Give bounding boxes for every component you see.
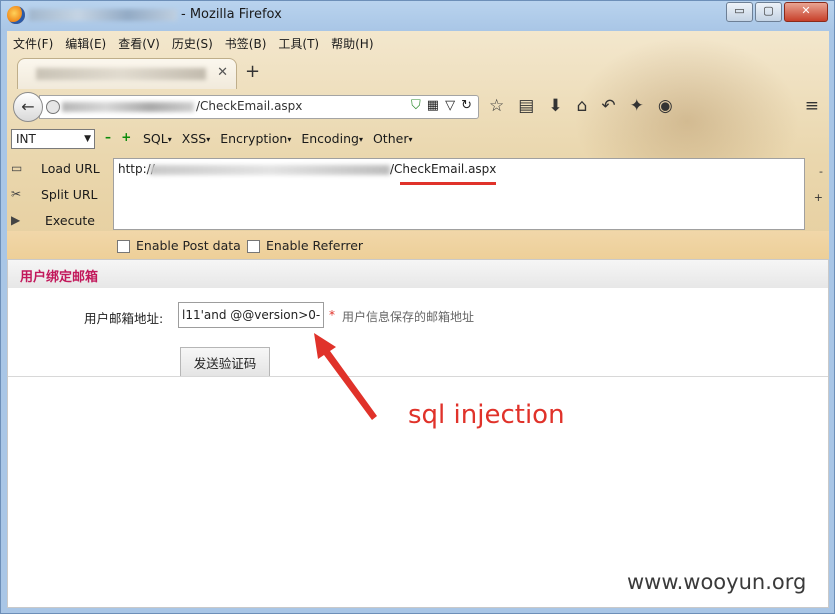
- browser-chrome: 文件(F) 编辑(E) 查看(V) 历史(S) 书签(B) 工具(T) 帮助(H…: [7, 31, 829, 259]
- decrement-icon[interactable]: –: [105, 130, 111, 144]
- globe-icon: [46, 100, 60, 114]
- checkbox-box: [247, 240, 260, 253]
- load-url-button[interactable]: ▭ Load URL: [7, 157, 111, 183]
- hackbar-menus: SQL▾ XSS▾ Encryption▾ Encoding▾ Other▾: [143, 131, 412, 146]
- dropdown-icon[interactable]: ▽: [445, 98, 455, 113]
- hackbar-actions: ▭ Load URL ✂ Split URL ▶ Execute: [7, 157, 111, 235]
- reading-list-icon[interactable]: ▤: [518, 96, 534, 116]
- bookmark-star-icon[interactable]: ☆: [489, 96, 504, 116]
- annotation-underline: [400, 182, 496, 185]
- split-url-button[interactable]: ✂ Split URL: [7, 183, 111, 209]
- enable-referrer-checkbox[interactable]: Enable Referrer: [247, 238, 363, 253]
- email-hint: 用户信息保存的邮箱地址: [342, 310, 475, 324]
- firefox-logo-icon: [7, 6, 25, 24]
- title-bar: - Mozilla Firefox ▭ ▢ ✕: [1, 1, 834, 31]
- window-controls: ▭ ▢ ✕: [726, 2, 828, 22]
- int-select-value: INT: [16, 132, 36, 146]
- hackbar-options: Enable Post data Enable Referrer: [7, 231, 829, 259]
- send-code-button[interactable]: 发送验证码: [180, 347, 270, 376]
- window-title: - Mozilla Firefox: [181, 7, 282, 22]
- menu-bookmarks[interactable]: 书签(B): [219, 33, 273, 53]
- load-url-label: Load URL: [41, 161, 100, 176]
- watermark: www.wooyun.org: [627, 570, 807, 594]
- menu-view[interactable]: 查看(V): [112, 33, 166, 53]
- qr-code-icon[interactable]: ▦: [427, 98, 439, 113]
- menu-bar: 文件(F) 编辑(E) 查看(V) 历史(S) 书签(B) 工具(T) 帮助(H…: [7, 33, 380, 53]
- redacted-tab-title: [36, 68, 206, 80]
- shield-icon[interactable]: ⛉: [411, 98, 421, 113]
- hackbar-menu-other[interactable]: Other▾: [373, 131, 413, 146]
- tab-bar: ✕ +: [7, 55, 829, 89]
- bind-email-form: 用户邮箱地址: * 用户信息保存的邮箱地址 发送验证码: [8, 288, 828, 377]
- close-window-button[interactable]: ✕: [784, 2, 828, 22]
- url-page: /CheckEmail.aspx: [390, 162, 497, 176]
- split-url-label: Split URL: [41, 187, 98, 202]
- minimize-button[interactable]: ▭: [726, 2, 753, 22]
- hackbar-url-textarea[interactable]: http:// /CheckEmail.aspx: [113, 158, 805, 230]
- url-path: /CheckEmail.aspx: [196, 99, 303, 113]
- increment-controls: – +: [105, 130, 131, 144]
- hamburger-menu-icon[interactable]: ≡: [805, 96, 819, 116]
- hackbar-menu-xss[interactable]: XSS▾: [182, 131, 210, 146]
- redacted-title: [29, 9, 177, 21]
- browser-window: - Mozilla Firefox ▭ ▢ ✕ 文件(F) 编辑(E) 查看(V…: [0, 0, 835, 614]
- annotation-label: sql injection: [408, 400, 565, 430]
- new-tab-button[interactable]: +: [245, 61, 260, 82]
- nav-toolbar-icons: ☆ ▤ ⬇ ⌂ ↶ ✦ ◉: [489, 96, 673, 116]
- web-page: 用户绑定邮箱 用户邮箱地址: * 用户信息保存的邮箱地址 发送验证码: [7, 259, 829, 608]
- menu-file[interactable]: 文件(F): [7, 33, 59, 53]
- menu-help[interactable]: 帮助(H): [325, 33, 379, 53]
- chevron-down-icon: ▼: [84, 134, 91, 144]
- increment-icon[interactable]: +: [121, 130, 131, 144]
- url-bar[interactable]: /CheckEmail.aspx ⛉ ▦ ▽ ↻: [39, 95, 479, 119]
- close-tab-icon[interactable]: ✕: [217, 65, 228, 80]
- int-select[interactable]: INT ▼: [11, 129, 95, 149]
- grow-textarea-button[interactable]: +: [814, 191, 823, 204]
- checkbox-box: [117, 240, 130, 253]
- split-url-icon: ✂: [11, 187, 22, 201]
- menu-history[interactable]: 历史(S): [166, 33, 219, 53]
- hackbar-menu-encryption[interactable]: Encryption▾: [220, 131, 291, 146]
- url-bar-icons: ⛉ ▦ ▽ ↻: [411, 98, 472, 113]
- reload-icon[interactable]: ↻: [461, 98, 472, 113]
- nav-bar: /CheckEmail.aspx ⛉ ▦ ▽ ↻ ← ☆ ▤ ⬇ ⌂ ↶ ✦ ◉…: [7, 89, 829, 123]
- email-label: 用户邮箱地址:: [84, 311, 164, 326]
- load-url-icon: ▭: [11, 161, 23, 175]
- shrink-textarea-button[interactable]: -: [819, 165, 823, 178]
- redacted-url-host: [150, 165, 390, 175]
- page-header: 用户绑定邮箱: [8, 260, 828, 289]
- maximize-button[interactable]: ▢: [755, 2, 782, 22]
- undo-icon[interactable]: ↶: [601, 96, 615, 116]
- hackbar-menu-sql[interactable]: SQL▾: [143, 131, 172, 146]
- tab-active[interactable]: ✕: [17, 58, 237, 89]
- sync-icon[interactable]: ◉: [658, 96, 673, 116]
- page-title: 用户绑定邮箱: [20, 270, 99, 285]
- enable-referrer-label: Enable Referrer: [266, 238, 364, 253]
- required-mark: *: [329, 308, 335, 322]
- download-icon[interactable]: ⬇: [548, 96, 562, 116]
- redacted-host: [62, 102, 194, 112]
- hackbar-toolbar: INT ▼ – + SQL▾ XSS▾ Encryption▾ Encoding…: [7, 127, 829, 151]
- enable-post-label: Enable Post data: [136, 238, 241, 253]
- execute-label: Execute: [45, 213, 95, 228]
- execute-icon: ▶: [11, 213, 21, 227]
- hackbar-menu-encoding[interactable]: Encoding▾: [301, 131, 363, 146]
- back-button[interactable]: ←: [13, 92, 43, 122]
- email-field[interactable]: [178, 302, 324, 328]
- enable-post-checkbox[interactable]: Enable Post data: [117, 238, 241, 253]
- menu-tools[interactable]: 工具(T): [272, 33, 325, 53]
- home-icon[interactable]: ⌂: [577, 96, 588, 116]
- addon-icon[interactable]: ✦: [630, 96, 644, 116]
- menu-edit[interactable]: 编辑(E): [59, 33, 112, 53]
